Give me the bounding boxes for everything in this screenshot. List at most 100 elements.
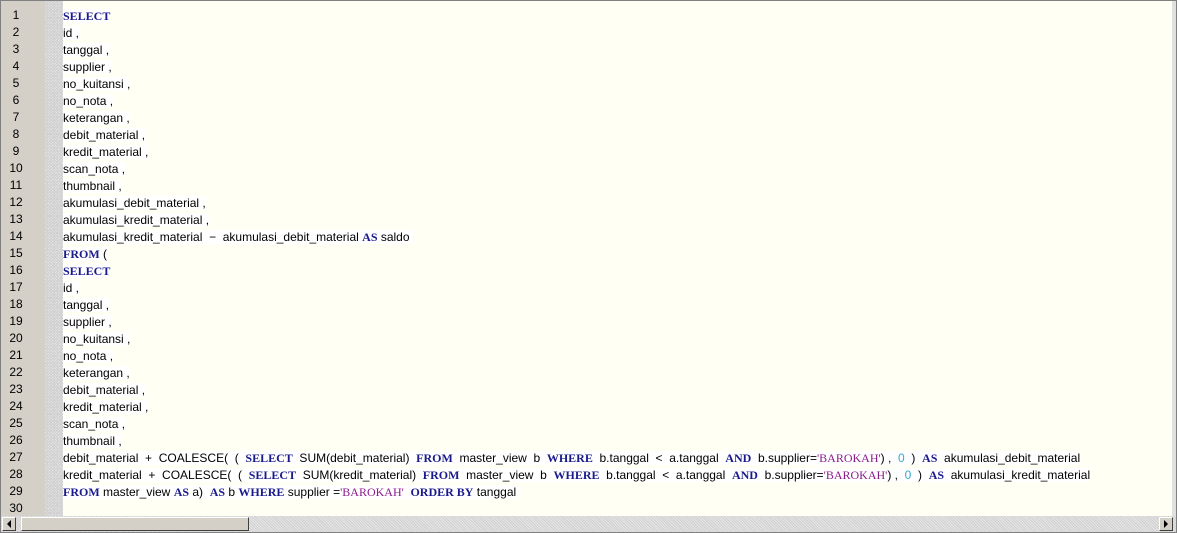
line-number: 2 <box>12 25 20 39</box>
sql-text: b.supplier= <box>751 451 817 465</box>
sql-text: no_kuitansi , <box>63 332 131 346</box>
sql-keyword: ORDER BY <box>410 485 474 499</box>
sql-keyword: AS <box>922 451 938 465</box>
sql-keyword: WHERE <box>553 468 600 482</box>
code-line[interactable]: no_kuitansi , <box>63 330 1172 347</box>
line-number: 10 <box>9 161 23 175</box>
sql-text: supplier = <box>284 485 341 499</box>
sql-text: saldo <box>377 230 413 244</box>
code-line[interactable]: akumulasi_debit_material , <box>63 194 1172 211</box>
sql-text: ) <box>904 451 923 465</box>
line-number: 24 <box>9 399 23 413</box>
code-line[interactable]: keterangan , <box>63 364 1172 381</box>
code-line[interactable]: scan_nota , <box>63 415 1172 432</box>
line-number: 30 <box>9 501 23 515</box>
triangle-left-icon <box>7 520 11 528</box>
code-line[interactable]: thumbnail , <box>63 432 1172 449</box>
sql-text: supplier , <box>63 315 112 329</box>
sql-text: SUM(debit_material) <box>292 451 417 465</box>
sql-keyword: FROM <box>63 247 100 261</box>
sql-text: no_nota , <box>63 349 114 363</box>
sql-keyword: SELECT <box>63 9 111 23</box>
code-line[interactable]: kredit_material , <box>63 143 1172 160</box>
sql-text: ( <box>99 247 107 261</box>
right-margin <box>1172 1 1176 516</box>
sql-text: debit_material , <box>63 128 146 142</box>
sql-text: id , <box>63 281 80 295</box>
sql-text: master_view b <box>452 451 547 465</box>
code-line[interactable]: debit_material , <box>63 381 1172 398</box>
sql-editor[interactable]: 1 2 3 4 5 6 7 8 9 10 11 12 13 14 15 16 17 18 19 20 21 22 23 24 2… <box>0 0 1177 533</box>
code-line[interactable]: id , <box>63 279 1172 296</box>
code-line[interactable]: akumulasi_kredit_material − akumulasi_de… <box>63 228 1172 245</box>
sql-keyword: SELECT <box>248 468 297 482</box>
code-line[interactable]: scan_nota , <box>63 160 1172 177</box>
line-number-gutter: 1 2 3 4 5 6 7 8 9 10 11 12 13 14 15 16 17 18 19 20 21 22 23 24 2… <box>1 1 45 516</box>
sql-text: master_view b <box>459 468 554 482</box>
sql-text: tanggal , <box>63 43 110 57</box>
scrollbar-thumb[interactable] <box>21 517 249 531</box>
code-line[interactable]: akumulasi_kredit_material , <box>63 211 1172 228</box>
sql-string: 'BAROKAH' <box>823 468 888 482</box>
code-line[interactable]: tanggal , <box>63 41 1172 58</box>
code-line[interactable]: thumbnail , <box>63 177 1172 194</box>
line-number: 21 <box>9 348 23 362</box>
line-number: 3 <box>12 42 20 56</box>
code-line[interactable]: supplier , <box>63 58 1172 75</box>
sql-text: tanggal <box>473 485 520 499</box>
sql-keyword: AS <box>173 485 190 499</box>
sql-text: a) <box>189 485 210 499</box>
line-number: 5 <box>12 76 20 90</box>
sql-text: keterangan , <box>63 111 130 125</box>
code-line[interactable]: keterangan , <box>63 109 1172 126</box>
sql-keyword: WHERE <box>238 485 285 499</box>
sql-text: no_kuitansi , <box>63 77 131 91</box>
sql-text: akumulasi_debit_material <box>937 451 1081 465</box>
line-number: 25 <box>9 416 23 430</box>
sql-text: ) , <box>887 468 905 482</box>
sql-text: supplier , <box>63 60 112 74</box>
sql-text: kredit_material , <box>63 145 149 159</box>
line-number: 1 <box>12 8 20 22</box>
code-line[interactable]: FROM ( <box>63 245 1172 262</box>
code-line[interactable]: FROM master_view AS a) AS b WHERE suppli… <box>63 483 1172 500</box>
sql-text: b.tanggal < a.tanggal <box>599 468 732 482</box>
code-line[interactable]: id , <box>63 24 1172 41</box>
sql-text: no_nota , <box>63 94 114 108</box>
code-line[interactable]: tanggal , <box>63 296 1172 313</box>
line-number: 26 <box>9 433 23 447</box>
code-line[interactable]: SELECT <box>63 262 1172 279</box>
code-line[interactable]: no_nota , <box>63 92 1172 109</box>
line-number: 9 <box>12 144 20 158</box>
code-line[interactable]: kredit_material , <box>63 398 1172 415</box>
sql-text: kredit_material + COALESCE( ( <box>63 468 249 482</box>
sql-keyword: WHERE <box>546 451 593 465</box>
line-number: 11 <box>9 178 23 192</box>
horizontal-scrollbar[interactable] <box>1 516 1176 532</box>
code-line[interactable]: debit_material , <box>63 126 1172 143</box>
sql-keyword: FROM <box>416 451 453 465</box>
sql-text: thumbnail , <box>63 434 122 448</box>
sql-text: akumulasi_kredit_material , <box>63 213 210 227</box>
line-number: 8 <box>12 127 20 141</box>
code-line[interactable]: SELECT <box>63 7 1172 24</box>
code-line[interactable] <box>63 500 1172 517</box>
sql-text: scan_nota , <box>63 162 126 176</box>
scroll-left-button[interactable] <box>2 517 16 531</box>
sql-text: tanggal , <box>63 298 110 312</box>
sql-string: 'BAROKAH' <box>817 451 881 465</box>
sql-number: 0 <box>898 451 905 465</box>
code-line[interactable]: no_kuitansi , <box>63 75 1172 92</box>
sql-keyword: AND <box>725 451 752 465</box>
code-line[interactable]: debit_material + COALESCE( ( SELECT SUM(… <box>63 449 1172 466</box>
sql-text: id , <box>63 26 80 40</box>
line-number: 23 <box>9 382 23 396</box>
code-line[interactable]: supplier , <box>63 313 1172 330</box>
code-line[interactable]: no_nota , <box>63 347 1172 364</box>
line-number: 13 <box>9 212 23 226</box>
code-line[interactable]: kredit_material + COALESCE( ( SELECT SUM… <box>63 466 1172 483</box>
sql-keyword: FROM <box>422 468 460 482</box>
line-number: 29 <box>9 484 23 498</box>
scroll-right-button[interactable] <box>1159 517 1173 531</box>
sql-keyword: AND <box>731 468 758 482</box>
